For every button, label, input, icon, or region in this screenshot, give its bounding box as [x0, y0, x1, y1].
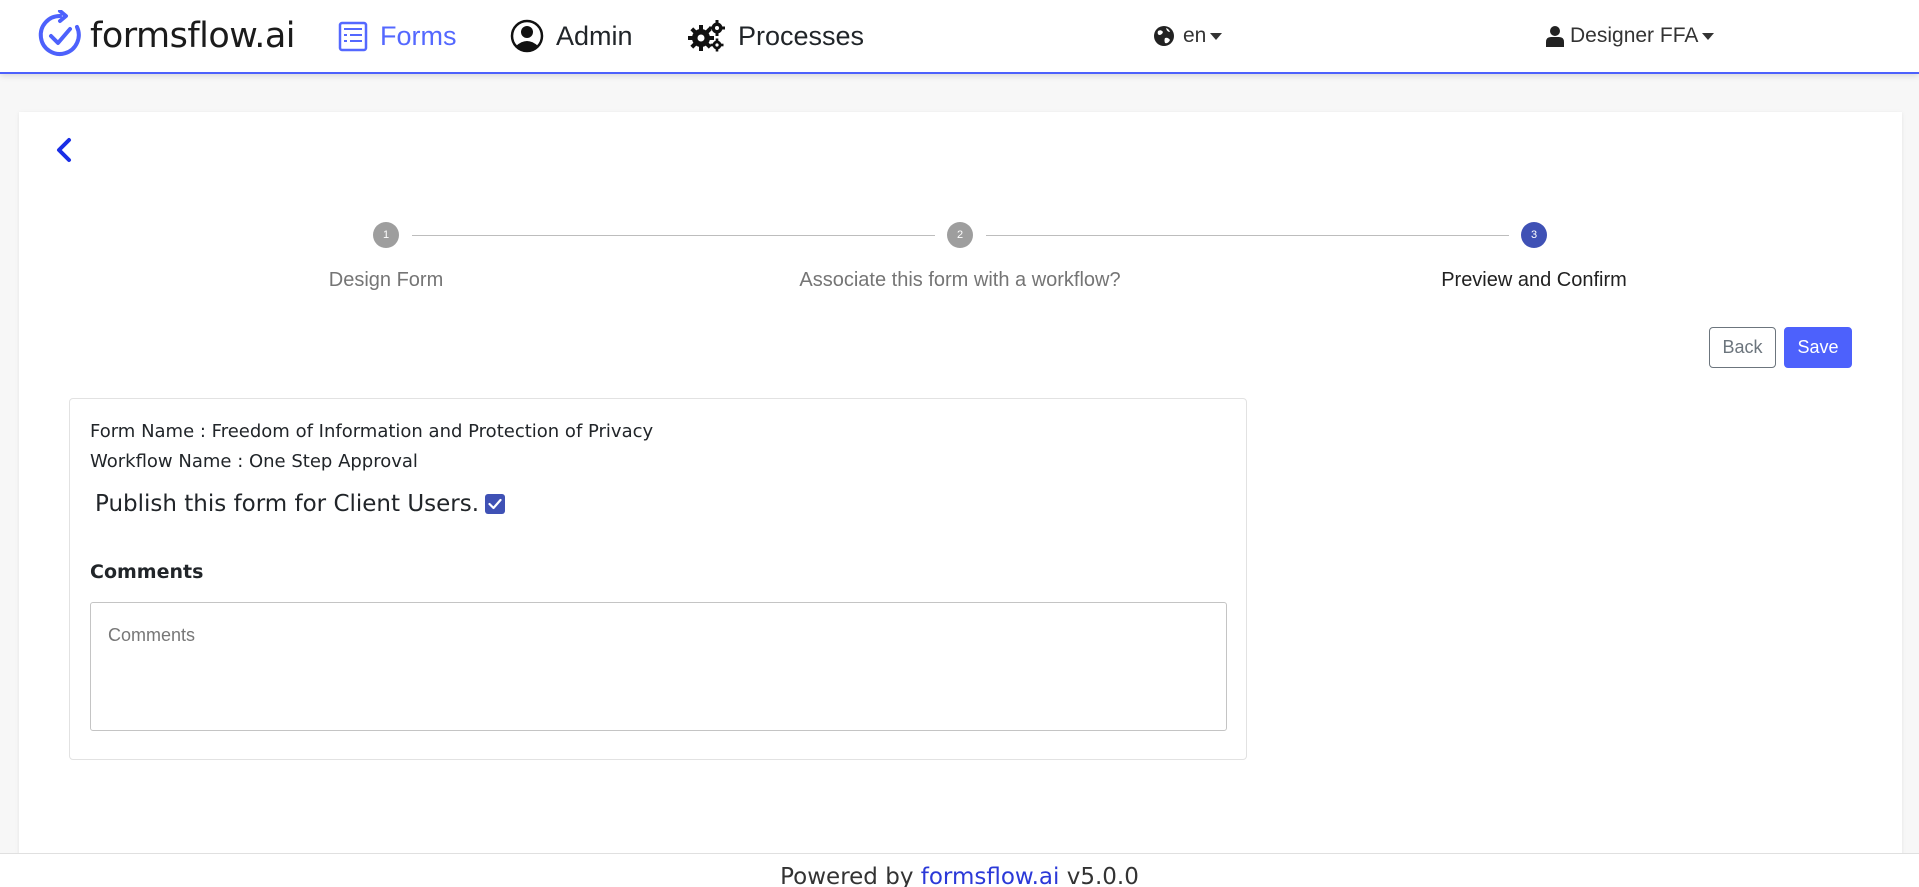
gears-icon [688, 20, 725, 52]
comments-input[interactable] [90, 602, 1227, 731]
publish-row: Publish this form for Client Users. [95, 491, 506, 517]
step-3-label: Preview and Confirm [1441, 269, 1627, 291]
formsflow-logo-icon [38, 10, 81, 56]
step-3-circle: 3 [1521, 222, 1547, 248]
footer: Powered by formsflow.ai v5.0.0 [0, 853, 1919, 887]
publish-label: Publish this form for Client Users. [95, 491, 480, 517]
user-name: Designer FFA [1570, 24, 1699, 47]
footer-prefix: Powered by [780, 864, 914, 887]
nav-forms-label: Forms [380, 20, 457, 51]
main-card: 1 2 3 Design Form Associate this form wi… [19, 112, 1902, 860]
back-button[interactable]: Back [1709, 327, 1776, 368]
brand-logo[interactable]: formsflow.ai [36, 8, 296, 64]
nav-forms[interactable]: Forms [338, 16, 457, 56]
step-2-circle: 2 [947, 222, 973, 248]
step-connector [412, 235, 935, 236]
nav-admin-label: Admin [556, 20, 633, 51]
language-value: en [1183, 24, 1207, 47]
footer-version: v5.0.0 [1066, 864, 1139, 887]
form-list-icon [338, 21, 368, 52]
user-circle-icon [510, 19, 544, 53]
nav-processes-label: Processes [738, 20, 865, 51]
publish-checkbox[interactable] [485, 494, 506, 514]
summary-panel: Form Name : Freedom of Information and P… [69, 398, 1247, 760]
workflow-name-text: Workflow Name : One Step Approval [90, 451, 418, 472]
step-1-label: Design Form [328, 269, 444, 291]
step-1-circle: 1 [373, 222, 399, 248]
brand-name: formsflow.ai [90, 16, 296, 56]
user-icon [1546, 26, 1564, 47]
nav-admin[interactable]: Admin [510, 16, 633, 56]
user-dropdown[interactable]: Designer FFA [1546, 22, 1715, 50]
step-2-label: Associate this form with a workflow? [799, 269, 1121, 291]
back-chevron-icon[interactable] [49, 134, 79, 168]
language-dropdown[interactable]: en [1153, 22, 1223, 50]
top-navbar: formsflow.ai Forms Admin Processes en De… [0, 0, 1919, 74]
comments-label: Comments [90, 561, 204, 583]
step-connector [986, 235, 1509, 236]
nav-processes[interactable]: Processes [688, 16, 864, 56]
save-button[interactable]: Save [1784, 327, 1852, 368]
form-name-text: Form Name : Freedom of Information and P… [90, 421, 654, 442]
footer-link[interactable]: formsflow.ai [921, 864, 1060, 887]
caret-down-icon [1702, 32, 1715, 40]
globe-icon [1154, 26, 1174, 46]
checkmark-icon [488, 498, 502, 510]
caret-down-icon [1210, 32, 1223, 40]
